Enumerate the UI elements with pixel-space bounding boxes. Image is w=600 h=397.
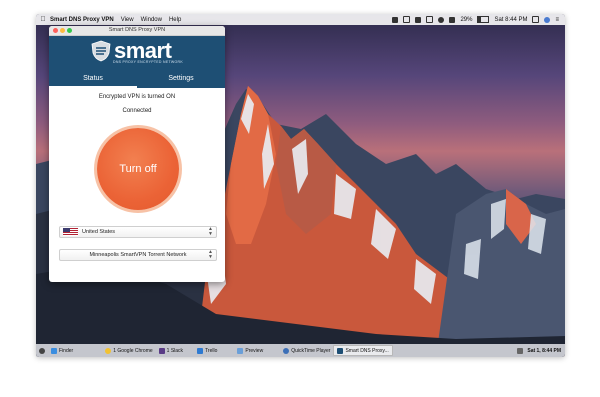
dock-item-chrome[interactable]: 1 Google Chrome <box>102 346 155 355</box>
status-icon-c[interactable] <box>426 16 434 23</box>
menu-icon[interactable]: ≡ <box>555 17 559 23</box>
battery-icon[interactable] <box>477 16 490 23</box>
shield-icon <box>91 40 111 62</box>
dock-item-finder[interactable]: Finder <box>48 346 76 355</box>
logo-tagline: DNS PROXY ENCRYPTED NETWORK <box>113 60 184 64</box>
dock-item-quicktime[interactable]: QuickTime Player <box>280 346 333 355</box>
logo: smart <box>91 38 172 63</box>
dock-item-trello[interactable]: Trello <box>194 346 220 355</box>
status-icon-a[interactable] <box>403 16 411 23</box>
trello-icon <box>197 347 204 354</box>
country-select[interactable]: United States ▲ ▼ <box>59 226 217 238</box>
trash-icon[interactable] <box>517 347 524 354</box>
window-titlebar[interactable]: Smart DNS Proxy VPN <box>49 26 225 36</box>
chevron-updown-icon: ▲ ▼ <box>208 226 213 237</box>
status-icon-b[interactable] <box>415 16 422 23</box>
dock-right: Sat 1, 8:44 PM <box>517 347 565 354</box>
tab-status[interactable]: Status <box>49 72 137 88</box>
server-select[interactable]: Minneapolis SmartVPN Torrent Network ▲ ▼ <box>59 249 217 261</box>
menu-window[interactable]: Window <box>141 17 162 23</box>
slack-icon <box>158 347 165 354</box>
window-title: Smart DNS Proxy VPN <box>108 27 166 33</box>
dock-item-smartdns[interactable]: Smart DNS Proxy... <box>333 345 393 356</box>
server-value: Minneapolis SmartVPN Torrent Network <box>89 252 187 258</box>
apple-icon[interactable]:  <box>36 16 50 23</box>
dock-item-preview[interactable]: Preview <box>234 346 266 355</box>
dock-item-label: Finder <box>59 347 74 354</box>
menu-extras: 29% Sat 8:44 PM ≡ <box>392 16 565 23</box>
dock-item-slack[interactable]: 1 Slack <box>156 346 186 355</box>
chrome-icon <box>105 347 112 354</box>
menu-app-name[interactable]: Smart DNS Proxy VPN <box>50 17 114 23</box>
desktop-screen:  Smart DNS Proxy VPN View Window Help 2… <box>36 14 565 357</box>
vpn-app-window: Smart DNS Proxy VPN smart DNS PROXY ENCR… <box>49 26 225 282</box>
search-icon[interactable] <box>532 16 540 23</box>
quicktime-icon <box>283 347 290 354</box>
preview-icon <box>237 347 244 354</box>
connection-status: Connected <box>122 108 152 114</box>
dock-item-label: Trello <box>205 347 218 354</box>
dock-clock[interactable]: Sat 1, 8:44 PM <box>527 348 561 354</box>
chevron-updown-icon: ▲ ▼ <box>208 249 213 260</box>
smartdns-icon <box>337 347 344 354</box>
menu-view[interactable]: View <box>121 17 134 23</box>
dock-launcher[interactable] <box>36 346 48 355</box>
tab-bar: Status Settings <box>49 72 225 88</box>
dock-item-label: QuickTime Player <box>291 347 331 354</box>
battery-percent[interactable]: 29% <box>460 17 472 23</box>
country-value: United States <box>82 229 116 235</box>
dock-item-label: Smart DNS Proxy... <box>345 347 389 354</box>
tab-settings[interactable]: Settings <box>137 72 225 88</box>
siri-icon[interactable] <box>544 16 551 23</box>
menu-bar:  Smart DNS Proxy VPN View Window Help 2… <box>36 14 565 25</box>
wifi-icon[interactable] <box>438 16 445 23</box>
volume-icon[interactable] <box>449 16 456 23</box>
dock: Finder 1 Google Chrome 1 Slack Trello Pr… <box>36 344 565 357</box>
turn-off-button[interactable]: Turn off <box>97 128 179 210</box>
app-header: smart DNS PROXY ENCRYPTED NETWORK Status… <box>49 36 225 88</box>
menu-clock[interactable]: Sat 8:44 PM <box>494 17 527 23</box>
shield-icon[interactable] <box>392 16 399 23</box>
dock-item-label: 1 Google Chrome <box>113 347 153 354</box>
dock-item-label: 1 Slack <box>166 347 184 354</box>
menu-help[interactable]: Help <box>169 17 181 23</box>
logo-text: smart <box>114 38 172 63</box>
dock-item-label: Preview <box>245 347 264 354</box>
flag-us-icon <box>63 228 78 236</box>
finder-icon <box>51 347 57 354</box>
launcher-icon <box>39 347 45 354</box>
vpn-status-text: Encrypted VPN is turned ON <box>98 94 176 100</box>
